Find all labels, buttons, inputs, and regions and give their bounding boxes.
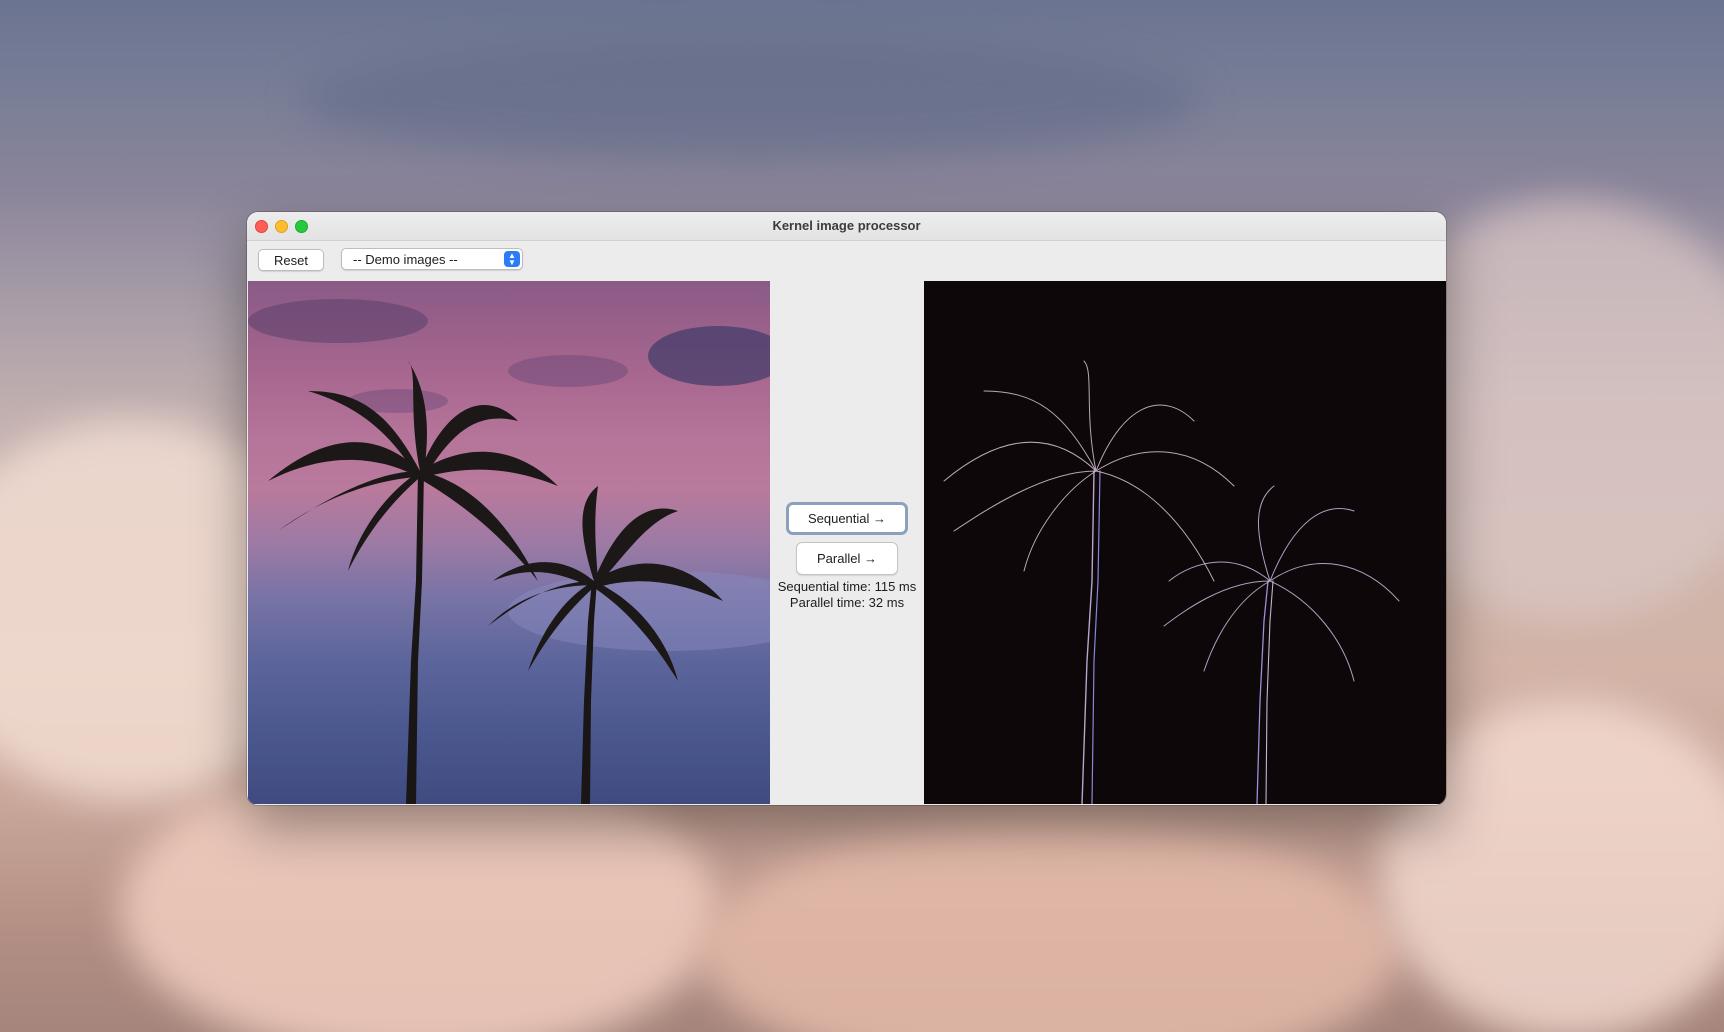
wallpaper-cloud (700, 820, 1400, 1032)
original-image (248, 281, 770, 804)
window-title: Kernel image processor (772, 218, 921, 233)
sequential-time-label: Sequential time: 115 ms (777, 579, 917, 594)
reset-button[interactable]: Reset (258, 249, 324, 271)
app-window: Kernel image processor Reset -- Demo ima… (247, 212, 1446, 805)
toolbar: Reset -- Demo images -- ▲ ▼ (247, 241, 1446, 277)
demo-images-select-value: -- Demo images -- (353, 252, 458, 267)
title-bar[interactable]: Kernel image processor (247, 212, 1446, 241)
parallel-time-label: Parallel time: 32 ms (789, 595, 905, 610)
sequential-button[interactable]: Sequential → (786, 502, 908, 535)
demo-images-select[interactable]: -- Demo images -- ▲ ▼ (341, 248, 523, 270)
processed-image-graphic (943, 360, 1400, 804)
parallel-button[interactable]: Parallel → (796, 542, 898, 575)
wallpaper-cloud (300, 40, 1200, 160)
processing-controls: Sequential → Parallel → Sequential time:… (770, 281, 924, 804)
desktop-wallpaper: Kernel image processor Reset -- Demo ima… (0, 0, 1724, 1032)
original-image-graphic (248, 299, 770, 804)
processed-image (924, 281, 1446, 804)
chevron-up-down-icon: ▲ ▼ (504, 251, 520, 267)
